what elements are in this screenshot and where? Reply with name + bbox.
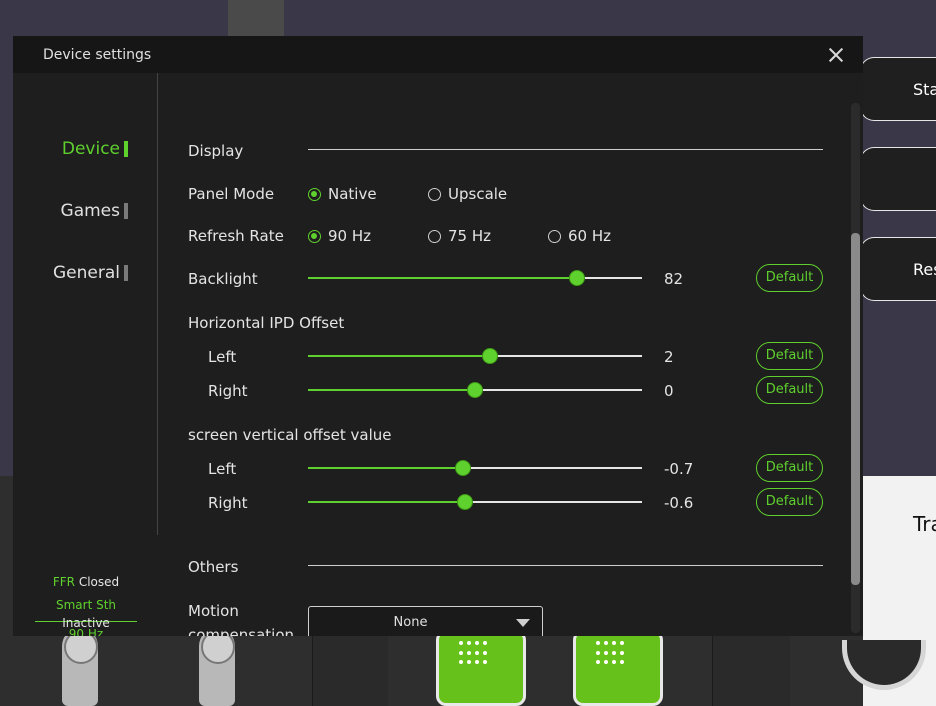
ipd-left-value: 2: [664, 348, 674, 366]
vertical-right-slider[interactable]: [308, 494, 642, 510]
selection-marker: [124, 203, 128, 219]
refresh-status: 90 Hz: [68, 627, 104, 636]
radio-label: Upscale: [448, 185, 508, 203]
tracker-icon: [436, 630, 526, 706]
slider-handle[interactable]: [467, 382, 483, 398]
ffr-value: Closed: [78, 575, 120, 589]
backlight-default-button[interactable]: Default: [756, 264, 823, 292]
selection-marker: [124, 265, 128, 281]
background-button-start[interactable]: Sta: [860, 57, 936, 121]
tracker-icon: [573, 630, 663, 706]
radio-75hz[interactable]: 75 Hz: [428, 227, 491, 245]
dialog-titlebar: Device settings: [13, 36, 863, 73]
radio-label: 75 Hz: [448, 227, 492, 245]
dialog-title: Device settings: [43, 47, 152, 63]
radio-label: Native: [328, 185, 377, 203]
radio-native[interactable]: Native: [308, 185, 377, 203]
selection-marker: [124, 141, 128, 157]
vertical-left-default-button[interactable]: Default: [756, 454, 823, 482]
motion-compensation-label-line1: Motion: [188, 602, 239, 620]
right-controller-icon: [199, 628, 235, 706]
sidebar-divider: [157, 73, 158, 535]
ipd-right-label: Right: [208, 382, 248, 400]
ipd-left-default-button[interactable]: Default: [756, 342, 823, 370]
radio-90hz[interactable]: 90 Hz: [308, 227, 371, 245]
status-panel: FFR Closed Smart Sth Inactive 90 Hz: [35, 573, 137, 636]
chevron-down-icon: [516, 619, 530, 627]
ffr-status: FFR Closed: [35, 573, 137, 596]
panel-mode-label: Panel Mode: [188, 185, 275, 203]
vertical-offset-label: screen vertical offset value: [188, 426, 392, 444]
background-button-middle[interactable]: [860, 147, 936, 211]
close-icon[interactable]: [825, 44, 847, 66]
radio-dot: [428, 229, 441, 243]
background-button-reset[interactable]: Res: [860, 237, 936, 301]
vertical-left-slider[interactable]: [308, 460, 642, 476]
select-value: None: [393, 615, 428, 630]
ipd-left-label: Left: [208, 348, 237, 366]
background-button-start-label: Sta: [913, 79, 936, 99]
radio-upscale[interactable]: Upscale: [428, 185, 507, 203]
ipd-right-value: 0: [664, 382, 674, 400]
vertical-right-label: Right: [208, 494, 248, 512]
smart-label: Smart Sth: [55, 598, 117, 612]
vertical-left-value: -0.7: [664, 460, 694, 478]
section-divider: [308, 149, 823, 150]
radio-60hz[interactable]: 60 Hz: [548, 227, 611, 245]
ipd-left-slider[interactable]: [308, 348, 642, 364]
section-divider: [308, 565, 823, 566]
scrollbar[interactable]: [851, 103, 860, 633]
radio-dot: [428, 187, 441, 201]
vertical-left-label: Left: [208, 460, 237, 478]
slider-handle[interactable]: [568, 270, 585, 286]
backlight-slider[interactable]: [308, 270, 642, 286]
radio-dot: [308, 229, 321, 243]
scrollbar-thumb[interactable]: [851, 233, 860, 585]
backlight-value: 82: [664, 270, 684, 288]
sidebar-item-device[interactable]: Device: [62, 139, 128, 159]
motion-compensation-select[interactable]: None: [308, 606, 543, 636]
ipd-offset-label: Horizontal IPD Offset: [188, 314, 345, 332]
background-device-cell: [712, 636, 790, 706]
section-heading-others: Others: [188, 558, 239, 576]
background-strip: [228, 0, 284, 36]
left-controller-icon: [62, 628, 98, 706]
refresh-rate-label: Refresh Rate: [188, 227, 284, 245]
ipd-right-slider[interactable]: [308, 382, 642, 398]
backlight-label: Backlight: [188, 270, 258, 288]
settings-sidebar: Device Games General FFR Closed Smart St…: [13, 73, 158, 636]
section-heading-display: Display: [188, 142, 244, 160]
background-tracker-label: Tra: [913, 512, 936, 536]
radio-label: 90 Hz: [328, 227, 372, 245]
vertical-right-value: -0.6: [664, 494, 694, 512]
sidebar-item-label: Device: [61, 139, 120, 159]
slider-handle[interactable]: [456, 494, 473, 510]
radio-dot: [548, 229, 561, 243]
sidebar-item-label: Games: [60, 201, 120, 221]
motion-compensation-label-line2: compensation: [188, 626, 295, 636]
sidebar-item-games[interactable]: Games: [61, 201, 128, 221]
vertical-right-default-button[interactable]: Default: [756, 488, 823, 516]
ffr-label: FFR: [52, 575, 75, 589]
background-button-reset-label: Res: [913, 259, 936, 279]
device-settings-dialog: Device settings Device Games General FFR…: [13, 36, 863, 636]
slider-handle[interactable]: [482, 348, 499, 364]
radio-dot: [308, 187, 321, 201]
smart-status: Smart Sth Inactive: [35, 596, 137, 630]
settings-content: Display Panel Mode Native Upscale Refres…: [188, 73, 858, 636]
background-device-cell: [312, 636, 388, 706]
sidebar-item-label: General: [53, 263, 120, 283]
radio-label: 60 Hz: [568, 227, 612, 245]
slider-handle[interactable]: [455, 460, 472, 476]
sidebar-item-general[interactable]: General: [53, 263, 128, 283]
ipd-right-default-button[interactable]: Default: [756, 376, 823, 404]
